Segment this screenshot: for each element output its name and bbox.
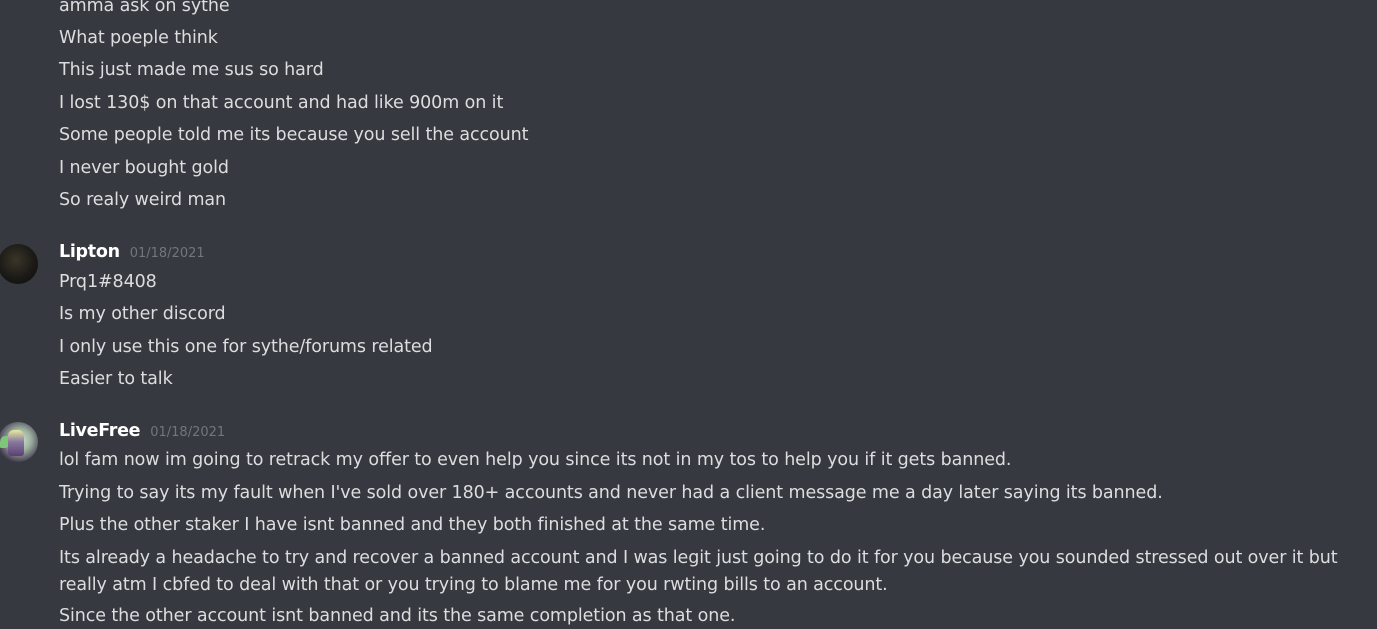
username[interactable]: Lipton	[59, 242, 120, 262]
message-line: Is my other discord	[59, 304, 226, 324]
message-header: LiveFree 01/18/2021	[59, 421, 225, 441]
message-line: Plus the other staker I have isnt banned…	[59, 515, 766, 535]
message-line: amma ask on sythe	[59, 0, 230, 16]
message-line: Since the other account isnt banned and …	[59, 606, 736, 626]
avatar-dark-icon[interactable]	[0, 244, 38, 284]
chat-messages: amma ask on sythe What poeple think This…	[0, 0, 1377, 629]
message-line: So realy weird man	[59, 190, 227, 210]
message-line: Easier to talk	[59, 369, 173, 389]
avatar-character-icon[interactable]	[0, 422, 38, 462]
timestamp: 01/18/2021	[129, 246, 205, 261]
message-line: I lost 130$ on that account and had like…	[59, 93, 504, 113]
message-line: Prq1#8408	[59, 272, 157, 292]
message-line: I never bought gold	[59, 158, 229, 178]
message-line: lol fam now im going to retrack my offer…	[59, 450, 1012, 470]
message-line: I only use this one for sythe/forums rel…	[59, 337, 433, 357]
message-header: Lipton 01/18/2021	[59, 242, 205, 262]
message-line: This just made me sus so hard	[59, 60, 324, 80]
timestamp: 01/18/2021	[150, 425, 226, 440]
message-line: Its already a headache to try and recove…	[59, 548, 1338, 595]
message-line: What poeple think	[59, 28, 218, 48]
username[interactable]: LiveFree	[59, 421, 141, 441]
message-line: Trying to say its my fault when I've sol…	[59, 483, 1163, 503]
message-line: Some people told me its because you sell…	[59, 125, 529, 145]
